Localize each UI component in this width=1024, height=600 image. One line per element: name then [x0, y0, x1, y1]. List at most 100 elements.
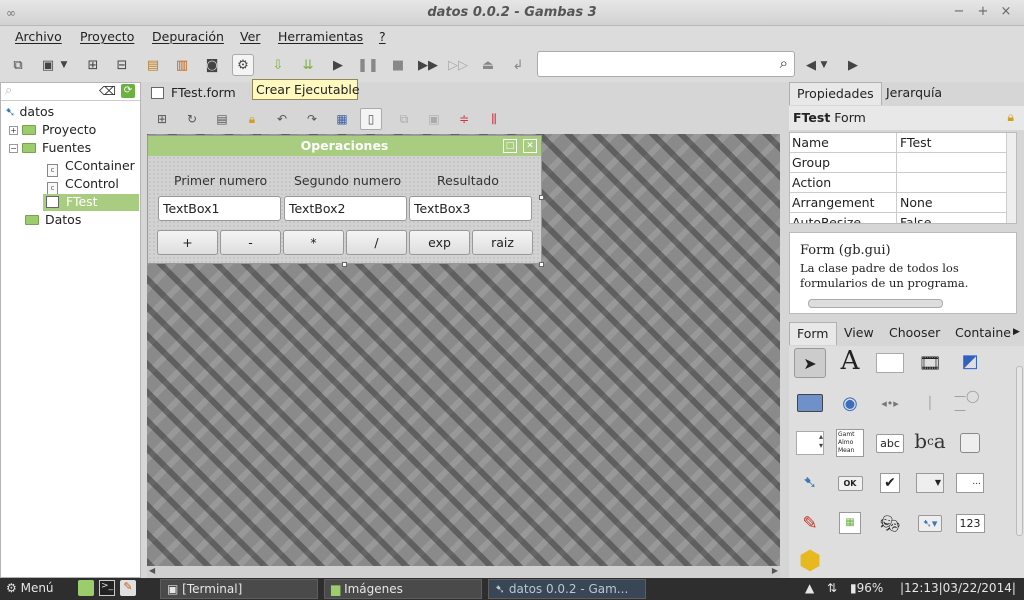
property-row[interactable]: Action [790, 173, 1007, 193]
datebox-tool-icon[interactable]: ▦ [834, 508, 866, 538]
valuebox-tool-icon[interactable]: 123 [954, 508, 986, 538]
listbox-tool-icon[interactable]: Gamt Almo Mean [834, 428, 866, 458]
tab-chooser[interactable]: Chooser [882, 322, 947, 345]
textbox-tool-icon[interactable]: abc [874, 428, 906, 458]
start-menu[interactable]: ⚙ Menú [6, 581, 54, 595]
align-center-icon[interactable]: ≑ [453, 108, 475, 130]
close-window-button[interactable]: × [997, 4, 1015, 22]
book-icon[interactable]: ▥ [171, 54, 193, 76]
property-row[interactable]: AutoResize False [790, 213, 1007, 223]
maximize-button[interactable]: + [974, 4, 992, 22]
buttonbox-tool-icon[interactable]: ... [954, 468, 986, 498]
menu-archivo[interactable]: Archivo [15, 29, 62, 44]
menu-herramientas[interactable]: Herramientas [278, 29, 363, 44]
button-raiz[interactable]: raiz [472, 230, 533, 255]
property-row[interactable]: Group [790, 153, 1007, 173]
collapse-icon[interactable]: − [9, 144, 18, 153]
spinbox-tool-icon[interactable]: ▴ ▾ [794, 428, 826, 458]
property-row[interactable]: Name FTest [790, 133, 1007, 153]
property-row[interactable]: Arrangement None [790, 193, 1007, 213]
tab-form[interactable]: Form [789, 322, 837, 345]
code-view-icon[interactable]: ⊞ [151, 108, 173, 130]
toolbox-scrollbar[interactable] [1016, 366, 1023, 536]
mask-tool-icon[interactable]: 🎭︎ [874, 508, 906, 538]
tree-root[interactable]: ➷ datos [5, 104, 54, 121]
design-canvas[interactable]: Operaciones □ ✕ Primer numero Segundo nu… [147, 134, 780, 566]
open-project-icon[interactable]: ▣ [37, 54, 59, 76]
menu-ver[interactable]: Ver [240, 29, 260, 44]
button-multiply[interactable]: * [283, 230, 344, 255]
clear-filter-icon[interactable]: ⌫ [99, 84, 116, 98]
editor-tab[interactable]: FTest.form [147, 82, 240, 104]
run-icon[interactable]: ▶ [327, 54, 349, 76]
label-segundo-numero[interactable]: Segundo numero [294, 173, 401, 188]
property-grid[interactable]: Name FTest Group Action Arrangement None A… [789, 132, 1017, 224]
menu-editor-icon[interactable]: ▦ [331, 108, 353, 130]
resize-handle-corner[interactable] [539, 262, 544, 267]
back-dropdown-icon[interactable]: ▼ [817, 54, 831, 76]
tree-filter[interactable]: ⌕ ⌫ ⟳ [1, 83, 140, 101]
expand-icon[interactable]: + [9, 126, 18, 135]
label-primer-numero[interactable]: Primer numero [174, 173, 267, 188]
horizontal-scrollbar[interactable]: ◀ ▶ [147, 566, 780, 578]
radio-tool-icon[interactable]: ◉ [834, 388, 866, 418]
task-terminal[interactable]: ▣ [Terminal] [160, 579, 318, 599]
redo-icon[interactable]: ↷ [301, 108, 323, 130]
tree-item-datos[interactable]: Datos [25, 212, 81, 229]
tray-up-icon[interactable]: ▲ [805, 581, 814, 595]
movie-tool-icon[interactable]: 🎞︎ [914, 348, 946, 378]
textlabel-tool-icon[interactable] [874, 348, 906, 378]
notes-icon[interactable]: ▤ [142, 54, 164, 76]
search-icon[interactable]: ⌕ [780, 54, 788, 72]
textbox-1[interactable]: TextBox1 [158, 196, 281, 221]
form-properties-icon[interactable]: ▤ [211, 108, 233, 130]
step-icon[interactable]: ▶▶ [417, 54, 439, 76]
search-input[interactable] [542, 53, 772, 75]
tree-item-ftest[interactable]: FTest [43, 194, 139, 211]
bring-front-icon[interactable]: ⧉ [393, 108, 415, 130]
designed-form[interactable]: Operaciones □ ✕ Primer numero Segundo nu… [147, 135, 542, 264]
resize-handle-bottom[interactable] [342, 262, 347, 267]
tree-item-fuentes[interactable]: − Fuentes [9, 140, 91, 157]
button-exp[interactable]: exp [409, 230, 470, 255]
battery-indicator[interactable]: ▮96% [850, 581, 883, 595]
slider-tool-icon[interactable]: —◯— [954, 388, 986, 418]
tree-item-ccontainer[interactable]: c CContainer [47, 158, 135, 177]
send-back-icon[interactable]: ▣ [423, 108, 445, 130]
property-scrollbar[interactable] [1006, 133, 1016, 223]
lock-icon[interactable]: 🔒︎ [241, 108, 263, 130]
checkbox-tool-icon[interactable]: ✔ [874, 468, 906, 498]
menu-help[interactable]: ? [379, 29, 386, 44]
grid-toggle-icon[interactable]: ▯ [360, 108, 382, 130]
task-gambas[interactable]: ➷ datos 0.0.2 - Gam... [488, 579, 646, 599]
drawingarea-tool-icon[interactable]: ✎ [794, 508, 826, 538]
tree-item-ccontrol[interactable]: c CControl [47, 176, 119, 195]
terminal-launcher-icon[interactable]: >_ [99, 580, 115, 596]
textbox-3[interactable]: TextBox3 [409, 196, 532, 221]
tab-propiedades[interactable]: Propiedades [789, 82, 882, 105]
button-tool-icon[interactable]: OK [834, 468, 866, 498]
textarea-tool-icon[interactable]: bca [914, 426, 946, 456]
tabs-scroll-right-icon[interactable]: ▶ [1013, 327, 1020, 337]
picture-tool-icon[interactable]: ◩ [954, 346, 986, 376]
button-minus[interactable]: - [220, 230, 281, 255]
eject-icon[interactable]: ⏏ [477, 54, 499, 76]
compile-icon[interactable]: ⇩ [267, 54, 289, 76]
help-hscrollbar[interactable] [808, 299, 943, 308]
search-box[interactable]: ⌕ [537, 51, 795, 77]
refresh-icon[interactable]: ⟳ [121, 84, 135, 98]
panel-tool-icon[interactable] [794, 388, 826, 418]
terminal-icon[interactable]: ◙ [201, 54, 223, 76]
forward-icon[interactable]: ▷▷ [447, 54, 469, 76]
files-launcher-icon[interactable] [78, 580, 94, 596]
editor-launcher-icon[interactable]: ✎ [120, 580, 136, 596]
minimize-button[interactable]: − [950, 4, 968, 22]
button-plus[interactable]: + [157, 230, 218, 255]
project-properties-icon[interactable]: ⊞ [82, 54, 104, 76]
label-tool-icon[interactable]: A [834, 346, 866, 376]
references-icon[interactable]: ⊟ [111, 54, 133, 76]
compile-all-icon[interactable]: ⇊ [297, 54, 319, 76]
clock[interactable]: |12:13|03/22/2014| [900, 581, 1016, 595]
button-divide[interactable]: / [346, 230, 407, 255]
scroll-right-icon[interactable]: ▶ [772, 566, 778, 575]
